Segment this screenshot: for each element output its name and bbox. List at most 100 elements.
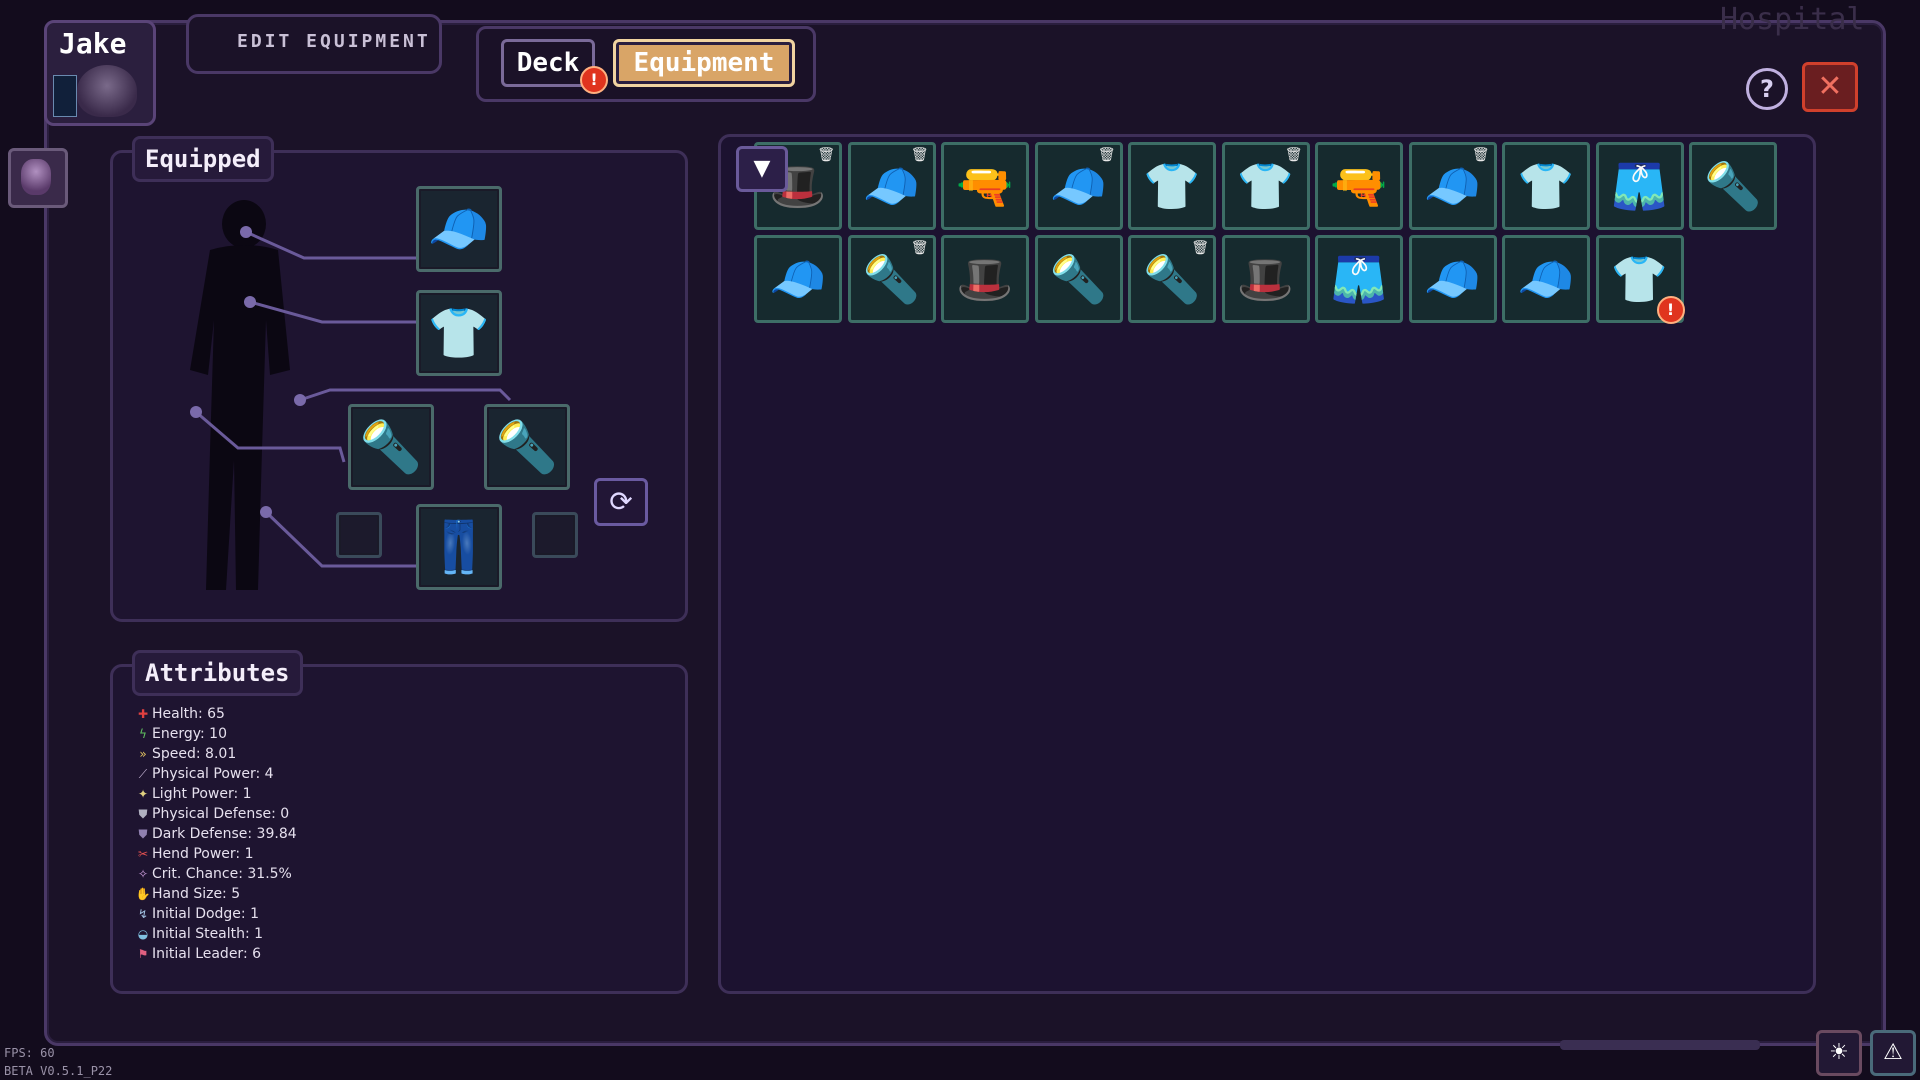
inventory-item[interactable]: 🧢: [1502, 235, 1590, 323]
black-shorts-icon: 🩳: [1610, 159, 1669, 213]
inventory-item[interactable]: 🎩: [941, 235, 1029, 323]
tshirt-icon: 👕: [427, 304, 491, 362]
red-flashlight-icon: 🔦: [1143, 252, 1201, 306]
right-hand-slot[interactable]: 🔦: [484, 404, 570, 490]
close-button[interactable]: ✕: [1802, 62, 1858, 112]
attribute-row: ⛊ Dark Defense: 39.84: [134, 826, 297, 846]
yellow-flashlight-icon: 🔦: [1704, 159, 1762, 213]
jeans-icon: 👖: [427, 518, 491, 576]
flashlight-icon: 🔦: [495, 418, 559, 476]
attribute-label: Physical Defense: 0: [152, 806, 290, 822]
trash-icon[interactable]: 🗑: [1098, 147, 1116, 163]
inventory-item[interactable]: 🔫: [1315, 142, 1403, 230]
light-power-icon: ✦: [137, 787, 149, 801]
left-hand-slot[interactable]: 🔦: [348, 404, 434, 490]
trash-icon[interactable]: 🗑: [911, 147, 929, 163]
pistol-icon: 🔫: [1330, 159, 1388, 213]
attribute-row: ✋ Hand Size: 5: [134, 886, 297, 906]
inventory-item[interactable]: 🧢: [754, 235, 842, 323]
crit-chance-icon: ✧: [137, 867, 149, 881]
attribute-row: » Speed: 8.01: [134, 746, 297, 766]
bottom-scroll-bar[interactable]: [1560, 1040, 1760, 1050]
accessory-slot-left[interactable]: [336, 512, 382, 558]
hand-size-icon: ✋: [135, 887, 151, 901]
dark-defense-icon: ⛊: [138, 827, 148, 841]
inventory-item[interactable]: 👕: [1502, 142, 1590, 230]
inventory-item[interactable]: 🎩: [1221, 235, 1310, 323]
white-tshirt-icon: 👕: [1143, 159, 1201, 213]
attribute-label: Initial Stealth: 1: [152, 926, 264, 942]
inventory-item[interactable]: 🔦: [1689, 142, 1777, 230]
fedora-hat-icon: 🎩: [1236, 252, 1295, 306]
inventory-item[interactable]: 👕: [1128, 142, 1216, 230]
background-location-title: Hospital: [1720, 2, 1865, 37]
inventory-item[interactable]: 🔦 🗑: [847, 235, 936, 323]
cap-icon: 🧢: [427, 200, 491, 258]
attribute-row: ✦ Light Power: 1: [134, 786, 297, 806]
attribute-label: Initial Leader: 6: [152, 946, 262, 962]
attribute-row: ◒ Initial Stealth: 1: [134, 926, 297, 946]
legs-slot[interactable]: 👖: [416, 504, 502, 590]
attribute-label: Physical Power: 4: [152, 766, 274, 782]
physical-defense-icon: ⛊: [138, 807, 148, 821]
black-shorts-icon: 🩳: [1330, 252, 1388, 306]
bug-report-icon[interactable]: ☀: [1816, 1030, 1862, 1076]
energy-icon: ϟ: [139, 727, 147, 741]
trash-icon[interactable]: 🗑: [817, 147, 835, 163]
accessory-slot-right[interactable]: [532, 512, 578, 558]
fps-counter: FPS: 60: [4, 1046, 55, 1060]
trash-icon[interactable]: 🗑: [1472, 147, 1490, 163]
attribute-label: Health: 65: [152, 706, 225, 722]
inventory-item[interactable]: 🧢 🗑: [1408, 142, 1497, 230]
dodge-icon: ↯: [137, 907, 149, 921]
physical-power-icon: ⟋: [138, 767, 148, 781]
version-label: BETA V0.5.1_P22: [4, 1064, 113, 1078]
attribute-row: ⚑ Initial Leader: 6: [134, 946, 297, 966]
revolver-icon: 🔫: [956, 159, 1014, 213]
blue-cap-icon: 🧢: [1517, 252, 1575, 306]
orange-cap-icon: 🧢: [862, 159, 921, 213]
inventory-item[interactable]: 👕!: [1595, 235, 1685, 324]
attribute-row: ✚ Health: 65: [134, 706, 297, 726]
red-flashlight-icon: 🔦: [862, 252, 921, 306]
head-slot[interactable]: 🧢: [416, 186, 502, 272]
inventory-item[interactable]: 🧢 🗑: [1034, 142, 1123, 230]
health-icon: ✚: [137, 707, 149, 721]
attribute-label: Light Power: 1: [152, 786, 252, 802]
inventory-item[interactable]: 🔫: [941, 142, 1029, 230]
attributes-list: ✚ Health: 65 ϟ Energy: 10» Speed: 8.01 ⟋ Physi…: [134, 706, 297, 966]
blue-cap-icon: 🧢: [1423, 252, 1482, 306]
trash-icon[interactable]: 🗑: [911, 240, 929, 256]
attribute-row: ✧ Crit. Chance: 31.5%: [134, 866, 297, 886]
attribute-label: Hend Power: 1: [152, 846, 254, 862]
inventory-item[interactable]: 🧢: [1408, 235, 1497, 323]
attribute-label: Dark Defense: 39.84: [152, 826, 297, 842]
attribute-label: Initial Dodge: 1: [152, 906, 259, 922]
attribute-label: Energy: 10: [152, 726, 227, 742]
attributes-title: Attributes: [132, 650, 303, 696]
attribute-row: ↯ Initial Dodge: 1: [134, 906, 297, 926]
inventory-item[interactable]: 🧢 🗑: [847, 142, 936, 230]
blue-cap-icon: 🧢: [1049, 159, 1108, 213]
red-flashlight-icon: 🔦: [1049, 252, 1108, 306]
warning-icon[interactable]: ⚠: [1870, 1030, 1916, 1076]
blue-polo-icon: 👕: [1610, 252, 1669, 306]
hend-power-icon: ✂: [137, 847, 149, 861]
trash-icon[interactable]: 🗑: [1285, 147, 1303, 163]
inventory-item[interactable]: 🩳: [1315, 235, 1403, 323]
yellow-polo-icon: 👕: [1236, 159, 1295, 213]
trash-icon[interactable]: 🗑: [1191, 240, 1209, 256]
inventory-item[interactable]: 🔦: [1034, 235, 1123, 323]
help-button[interactable]: ?: [1746, 68, 1788, 110]
inventory-item[interactable]: 🩳: [1595, 142, 1684, 230]
torso-slot[interactable]: 👕: [416, 290, 502, 376]
item-alert-icon: !: [1656, 296, 1685, 324]
attribute-label: Hand Size: 5: [152, 886, 241, 902]
attribute-label: Speed: 8.01: [152, 746, 237, 762]
filter-button[interactable]: ▼: [736, 146, 788, 192]
swap-hands-button[interactable]: ⟳: [594, 478, 648, 526]
inventory-item[interactable]: 🔦 🗑: [1128, 235, 1216, 323]
speed-icon: »: [139, 747, 147, 761]
inventory-item[interactable]: 👕 🗑: [1221, 142, 1310, 230]
attribute-row: ϟ Energy: 10: [134, 726, 297, 746]
